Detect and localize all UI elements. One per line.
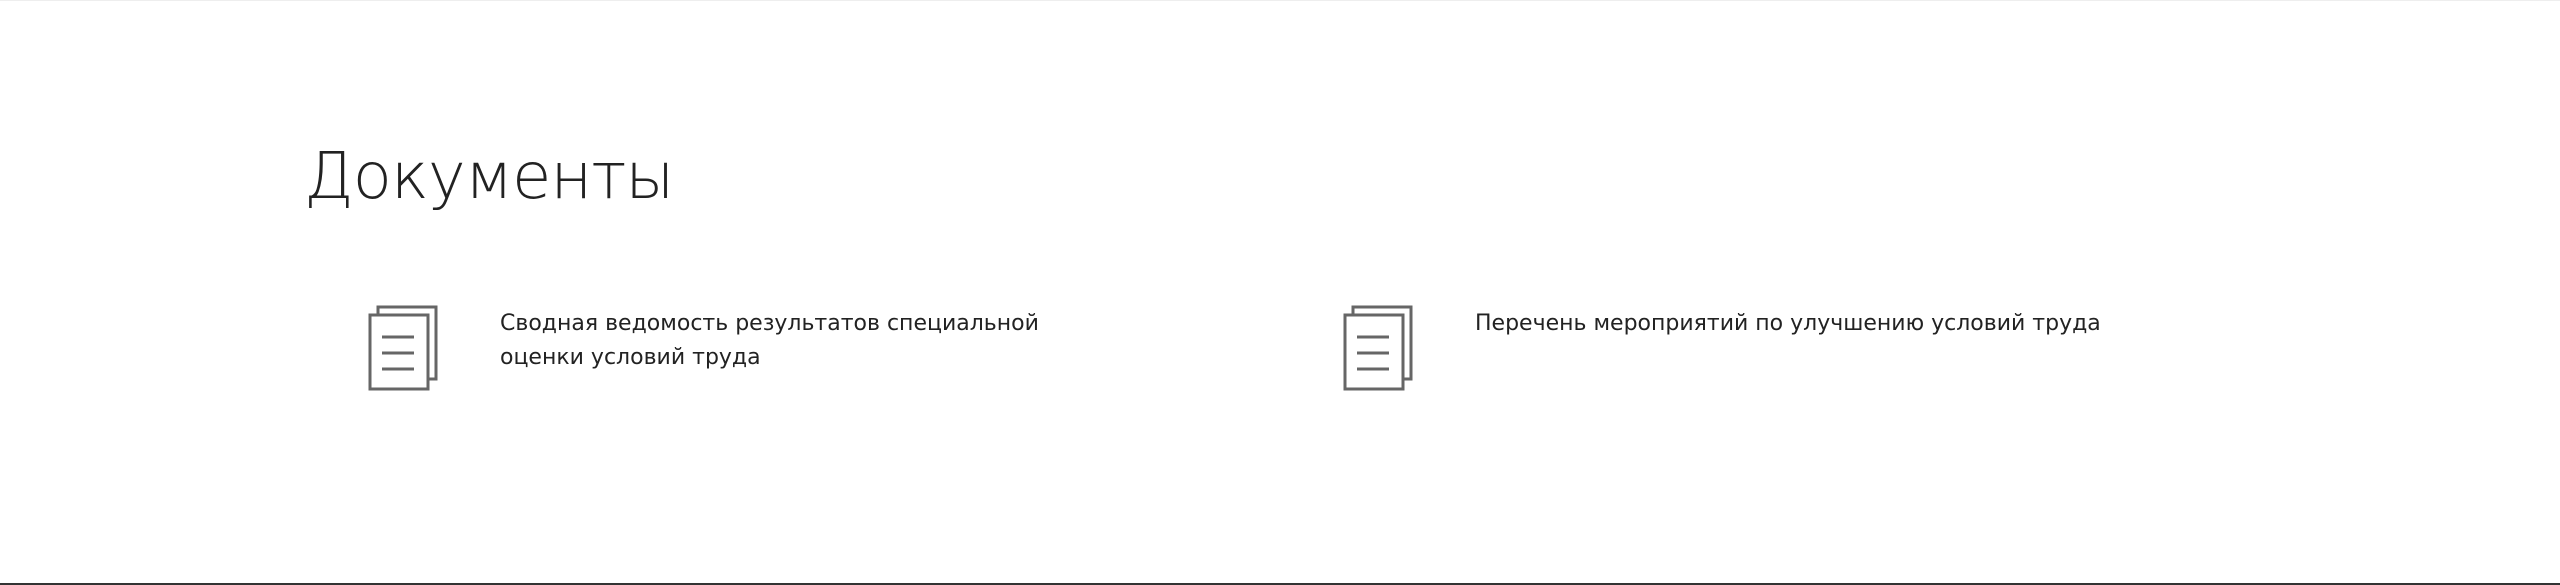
document-icon — [1343, 305, 1413, 391]
document-link-special-assessment-summary[interactable]: Сводная ведомость результатов специально… — [368, 301, 1128, 391]
documents-list: Сводная ведомость результатов специально… — [0, 301, 2560, 401]
document-label: Сводная ведомость результатов специально… — [500, 311, 1039, 370]
document-label: Перечень мероприятий по улучшению услови… — [1475, 311, 2101, 336]
section-title: Документы — [304, 140, 674, 214]
documents-page: Документы Сводная ведомость результатов … — [0, 0, 2560, 585]
document-link-improvement-measures[interactable]: Перечень мероприятий по улучшению услови… — [1343, 301, 2223, 391]
document-icon — [368, 305, 438, 391]
